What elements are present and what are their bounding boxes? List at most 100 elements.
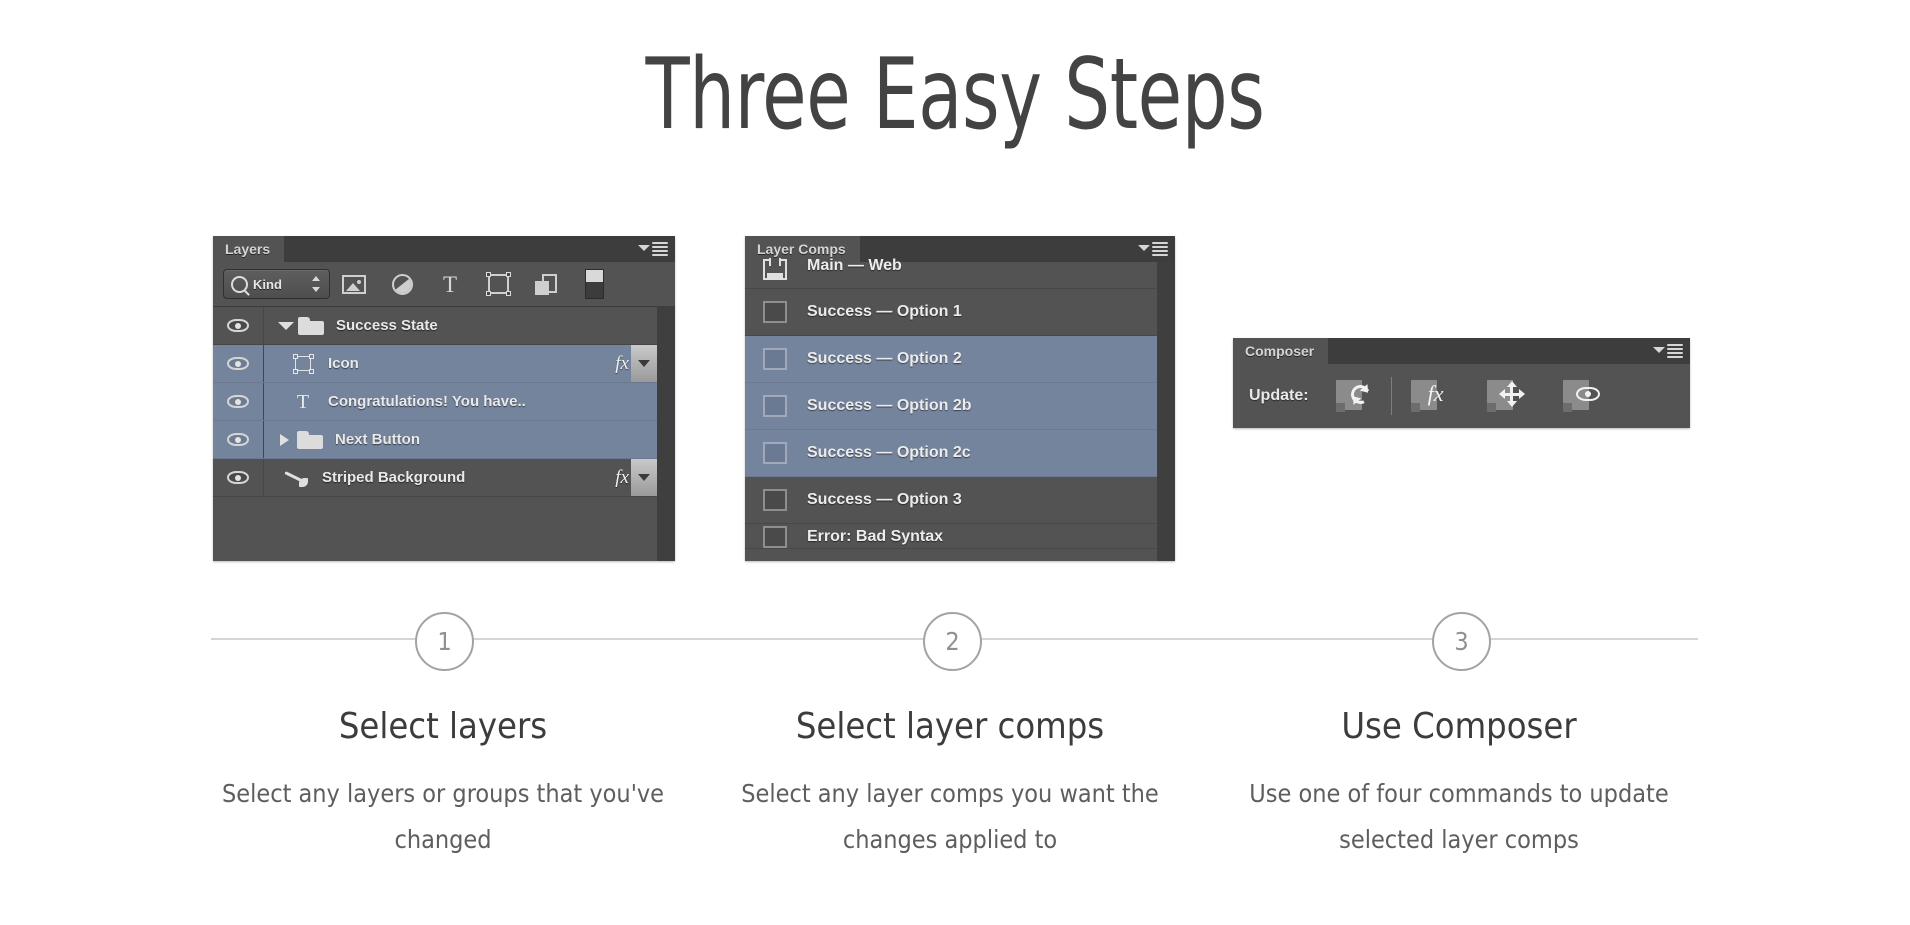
stepper-updown-icon[interactable] xyxy=(312,275,321,293)
visibility-eye-icon xyxy=(227,319,249,332)
list-item[interactable]: Success — Option 1 xyxy=(745,289,1175,336)
layers-list: Success State Icon fx T Congratulations!… xyxy=(213,307,675,497)
update-position-button[interactable] xyxy=(1474,375,1536,417)
layer-comp-name: Error: Bad Syntax xyxy=(807,528,944,545)
layer-fx-badge[interactable]: fx xyxy=(615,467,629,489)
table-row[interactable]: Icon fx xyxy=(213,345,675,383)
step-title-1: Select layers xyxy=(338,706,548,747)
update-label: Update: xyxy=(1249,387,1309,404)
panel-menu-icon[interactable] xyxy=(1653,344,1683,359)
table-row[interactable]: Success State xyxy=(213,307,675,345)
update-all-button[interactable] xyxy=(1323,375,1385,417)
panel-menu-icon[interactable] xyxy=(638,242,668,257)
layer-name: Striped Background xyxy=(322,469,466,486)
smart-object-filter-icon[interactable] xyxy=(522,269,570,299)
fx-icon: fx xyxy=(1427,381,1444,406)
layer-comp-name: Success — Option 2 xyxy=(807,350,962,367)
brush-icon xyxy=(280,469,314,487)
move-icon xyxy=(1498,381,1525,407)
type-layers-filter-icon[interactable]: T xyxy=(426,269,474,299)
step-number-3: 3 xyxy=(1432,612,1491,671)
composer-panel: Composer Update: fx xyxy=(1233,338,1690,428)
list-item[interactable]: Success — Option 2b xyxy=(745,383,1175,430)
list-item[interactable]: Success — Option 3 xyxy=(745,477,1175,524)
list-item[interactable]: Success — Option 2c xyxy=(745,430,1175,477)
visibility-toggle[interactable] xyxy=(213,421,264,458)
step-column-1: Select layers Select any layers or group… xyxy=(193,705,693,863)
filter-kind-label: Kind xyxy=(253,276,282,292)
titlebar-filler xyxy=(284,236,675,262)
visibility-toggle[interactable] xyxy=(213,307,264,344)
comp-checkbox-icon[interactable] xyxy=(763,301,787,323)
pixel-layers-filter-icon[interactable] xyxy=(330,269,378,299)
step-description-1: Select any layers or groups that you've … xyxy=(221,779,665,854)
filter-kind-select[interactable]: Kind xyxy=(223,269,330,299)
layers-filter-toolbar: Kind T xyxy=(213,262,675,307)
magnifier-icon xyxy=(231,275,248,293)
chevron-down-icon xyxy=(638,245,650,251)
visibility-eye-icon xyxy=(227,357,249,370)
filter-toggle-switch-icon[interactable] xyxy=(570,269,618,299)
tab-composer[interactable]: Composer xyxy=(1233,338,1329,364)
disclosure-triangle-closed-icon[interactable] xyxy=(280,433,289,446)
list-item[interactable]: Error: Bad Syntax xyxy=(745,524,1175,549)
visibility-toggle[interactable] xyxy=(213,459,264,496)
update-appearance-button[interactable]: fx xyxy=(1398,375,1460,417)
hamburger-icon xyxy=(1667,344,1683,358)
layer-comp-name: Success — Option 2b xyxy=(807,397,972,414)
titlebar-filler xyxy=(859,236,1175,262)
comp-checkbox-icon[interactable] xyxy=(763,526,787,548)
layers-scrollbar[interactable] xyxy=(657,306,675,561)
eye-icon xyxy=(1575,382,1601,406)
visibility-eye-icon xyxy=(227,395,249,408)
type-icon: T xyxy=(296,390,310,413)
layer-comps-panel: Layer Comps Main — Web Success — Option … xyxy=(745,236,1175,561)
step-column-2: Select layer comps Select any layer comp… xyxy=(700,705,1200,863)
table-row[interactable]: T Congratulations! You have.. xyxy=(213,383,675,421)
layer-comp-name: Success — Option 1 xyxy=(807,303,962,320)
layer-name: Icon xyxy=(328,355,359,372)
step-number-1: 1 xyxy=(415,612,474,671)
shape-icon xyxy=(286,353,320,374)
layer-comps-list: Main — Web Success — Option 1 Success — … xyxy=(745,257,1175,549)
comp-checkbox-icon[interactable] xyxy=(763,395,787,417)
panel-menu-icon[interactable] xyxy=(1138,242,1168,257)
layer-fx-expand-icon[interactable] xyxy=(631,459,657,496)
visibility-toggle[interactable] xyxy=(213,383,264,420)
page-title: Three Easy Steps xyxy=(645,38,1265,152)
layer-comp-name: Main — Web xyxy=(807,257,902,274)
comp-checkbox-icon[interactable] xyxy=(763,348,787,370)
step-description-3: Use one of four commands to update selec… xyxy=(1249,779,1669,854)
layers-panel-titlebar: Layers xyxy=(213,236,675,262)
visibility-eye-icon xyxy=(227,471,249,484)
layer-name: Success State xyxy=(336,317,438,334)
layer-fx-badge[interactable]: fx xyxy=(615,353,629,375)
list-item[interactable]: Main — Web xyxy=(745,257,1175,289)
disclosure-triangle-open-icon[interactable] xyxy=(278,321,294,330)
composer-panel-titlebar: Composer xyxy=(1233,338,1690,364)
composer-toolbar: Update: fx xyxy=(1233,364,1690,428)
comp-checkbox-icon[interactable] xyxy=(763,442,787,464)
tab-layers[interactable]: Layers xyxy=(213,236,285,262)
step-description-2: Select any layer comps you want the chan… xyxy=(741,779,1159,854)
layer-comp-name: Success — Option 3 xyxy=(807,491,962,508)
layer-comps-scrollbar[interactable] xyxy=(1157,262,1175,561)
step-title-2: Select layer comps xyxy=(795,706,1105,747)
last-document-state-icon xyxy=(763,258,787,280)
update-visibility-button[interactable] xyxy=(1550,375,1612,417)
toolbar-divider xyxy=(1390,377,1392,415)
folder-icon xyxy=(298,316,324,335)
shape-layers-filter-icon[interactable] xyxy=(474,269,522,299)
refresh-icon xyxy=(1348,381,1374,407)
hamburger-icon xyxy=(1152,242,1168,256)
comp-checkbox-icon[interactable] xyxy=(763,489,787,511)
table-row[interactable]: Next Button xyxy=(213,421,675,459)
folder-icon xyxy=(297,430,323,449)
adjustment-layers-filter-icon[interactable] xyxy=(378,269,426,299)
layer-fx-expand-icon[interactable] xyxy=(631,345,657,382)
visibility-eye-icon xyxy=(227,433,249,446)
list-item[interactable]: Success — Option 2 xyxy=(745,336,1175,383)
table-row[interactable]: Striped Background fx xyxy=(213,459,675,497)
visibility-toggle[interactable] xyxy=(213,345,264,382)
titlebar-filler xyxy=(1328,338,1690,364)
